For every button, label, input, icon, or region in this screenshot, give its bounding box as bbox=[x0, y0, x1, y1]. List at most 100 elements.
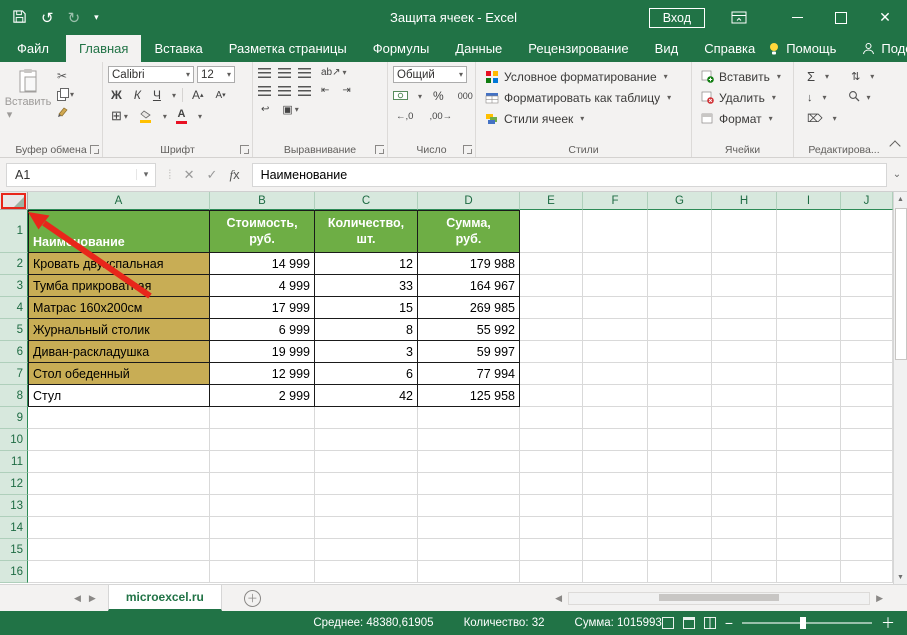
cell-B10[interactable] bbox=[210, 429, 315, 451]
tab-help[interactable]: Справка bbox=[691, 35, 768, 62]
cell-F11[interactable] bbox=[583, 451, 648, 473]
row-header-16[interactable]: 16 bbox=[0, 561, 28, 583]
cell-H10[interactable] bbox=[712, 429, 777, 451]
tab-file[interactable]: Файл bbox=[0, 35, 66, 62]
cell-C2[interactable]: 12 bbox=[315, 253, 418, 275]
cell-H16[interactable] bbox=[712, 561, 777, 583]
cell-B12[interactable] bbox=[210, 473, 315, 495]
cell-E13[interactable] bbox=[520, 495, 583, 517]
conditional-formatting-button[interactable]: Условное форматирование▾ bbox=[485, 66, 686, 87]
cell-F12[interactable] bbox=[583, 473, 648, 495]
clipboard-dialog-launcher-icon[interactable] bbox=[90, 145, 99, 154]
tab-home[interactable]: Главная bbox=[66, 35, 141, 62]
cell-E6[interactable] bbox=[520, 341, 583, 363]
cell-A14[interactable] bbox=[28, 517, 210, 539]
cell-G9[interactable] bbox=[648, 407, 712, 429]
cell-A9[interactable] bbox=[28, 407, 210, 429]
cell-B14[interactable] bbox=[210, 517, 315, 539]
format-as-table-button[interactable]: Форматировать как таблицу▾ bbox=[485, 87, 686, 108]
clear-icon[interactable]: ⌦ bbox=[804, 111, 826, 126]
share-button[interactable]: Поделиться bbox=[862, 41, 907, 56]
cell-E1[interactable] bbox=[520, 210, 583, 253]
cell-F16[interactable] bbox=[583, 561, 648, 583]
cell-J6[interactable] bbox=[841, 341, 893, 363]
cell-E15[interactable] bbox=[520, 539, 583, 561]
cell-J13[interactable] bbox=[841, 495, 893, 517]
align-top-icon[interactable] bbox=[258, 68, 271, 78]
cell-H14[interactable] bbox=[712, 517, 777, 539]
cell-F7[interactable] bbox=[583, 363, 648, 385]
cell-F1[interactable] bbox=[583, 210, 648, 253]
cell-G10[interactable] bbox=[648, 429, 712, 451]
cell-H11[interactable] bbox=[712, 451, 777, 473]
cell-C15[interactable] bbox=[315, 539, 418, 561]
cell-B6[interactable]: 19 999 bbox=[210, 341, 315, 363]
cell-B9[interactable] bbox=[210, 407, 315, 429]
undo-icon[interactable]: ↺ bbox=[41, 9, 54, 27]
cell-C3[interactable]: 33 bbox=[315, 275, 418, 297]
cell-G14[interactable] bbox=[648, 517, 712, 539]
fill-color-icon[interactable] bbox=[140, 110, 152, 123]
cell-D9[interactable] bbox=[418, 407, 520, 429]
cell-A11[interactable] bbox=[28, 451, 210, 473]
cell-G16[interactable] bbox=[648, 561, 712, 583]
sheet-tab-active[interactable]: microexcel.ru bbox=[108, 585, 222, 611]
cell-I1[interactable] bbox=[777, 210, 841, 253]
cell-C1[interactable]: Количество, шт. bbox=[315, 210, 418, 253]
cell-G3[interactable] bbox=[648, 275, 712, 297]
cell-J7[interactable] bbox=[841, 363, 893, 385]
row-header-4[interactable]: 4 bbox=[0, 297, 28, 319]
cell-C5[interactable]: 8 bbox=[315, 319, 418, 341]
redo-icon[interactable]: ↻ bbox=[68, 9, 81, 27]
cell-A8[interactable]: Стул bbox=[28, 385, 210, 407]
alignment-dialog-launcher-icon[interactable] bbox=[375, 145, 384, 154]
copy-icon[interactable]: ▾ bbox=[57, 88, 74, 100]
cell-J11[interactable] bbox=[841, 451, 893, 473]
wrap-text-icon[interactable]: ↩ bbox=[258, 103, 272, 116]
cell-G11[interactable] bbox=[648, 451, 712, 473]
cell-H4[interactable] bbox=[712, 297, 777, 319]
decrease-decimal-icon[interactable]: ,00→ bbox=[426, 110, 455, 123]
cell-H9[interactable] bbox=[712, 407, 777, 429]
cell-J14[interactable] bbox=[841, 517, 893, 539]
cell-G12[interactable] bbox=[648, 473, 712, 495]
cell-F2[interactable] bbox=[583, 253, 648, 275]
cell-I7[interactable] bbox=[777, 363, 841, 385]
font-size-select[interactable]: 12▾ bbox=[197, 66, 235, 83]
enter-formula-icon[interactable]: ✓ bbox=[207, 167, 218, 183]
row-header-2[interactable]: 2 bbox=[0, 253, 28, 275]
cell-B1[interactable]: Стоимость, руб. bbox=[210, 210, 315, 253]
cell-A5[interactable]: Журнальный столик bbox=[28, 319, 210, 341]
cell-D6[interactable]: 59 997 bbox=[418, 341, 520, 363]
cell-I8[interactable] bbox=[777, 385, 841, 407]
cell-G2[interactable] bbox=[648, 253, 712, 275]
customize-qat-icon[interactable]: ▾ bbox=[94, 12, 99, 23]
cell-J8[interactable] bbox=[841, 385, 893, 407]
column-header-E[interactable]: E bbox=[520, 192, 583, 210]
cell-B13[interactable] bbox=[210, 495, 315, 517]
align-middle-icon[interactable] bbox=[278, 68, 291, 78]
tab-page-layout[interactable]: Разметка страницы bbox=[216, 35, 360, 62]
cell-B5[interactable]: 6 999 bbox=[210, 319, 315, 341]
cell-A15[interactable] bbox=[28, 539, 210, 561]
cell-C6[interactable]: 3 bbox=[315, 341, 418, 363]
formula-input[interactable]: Наименование bbox=[252, 163, 887, 187]
cell-A4[interactable]: Матрас 160x200см bbox=[28, 297, 210, 319]
column-header-G[interactable]: G bbox=[648, 192, 712, 210]
cell-I2[interactable] bbox=[777, 253, 841, 275]
cell-F15[interactable] bbox=[583, 539, 648, 561]
sheet-nav-left-icon[interactable]: ◀ bbox=[74, 593, 81, 604]
zoom-slider-thumb[interactable] bbox=[800, 617, 806, 629]
borders-icon[interactable]: ⊞▾ bbox=[108, 107, 131, 125]
cell-B2[interactable]: 14 999 bbox=[210, 253, 315, 275]
cell-I6[interactable] bbox=[777, 341, 841, 363]
cell-D14[interactable] bbox=[418, 517, 520, 539]
cell-C11[interactable] bbox=[315, 451, 418, 473]
comma-style-icon[interactable]: 000 bbox=[455, 90, 476, 102]
horizontal-scroll-thumb[interactable] bbox=[659, 594, 779, 601]
cell-D3[interactable]: 164 967 bbox=[418, 275, 520, 297]
column-header-H[interactable]: H bbox=[712, 192, 777, 210]
cell-J2[interactable] bbox=[841, 253, 893, 275]
cell-J5[interactable] bbox=[841, 319, 893, 341]
paste-button[interactable]: Вставить ▾ bbox=[5, 68, 51, 141]
